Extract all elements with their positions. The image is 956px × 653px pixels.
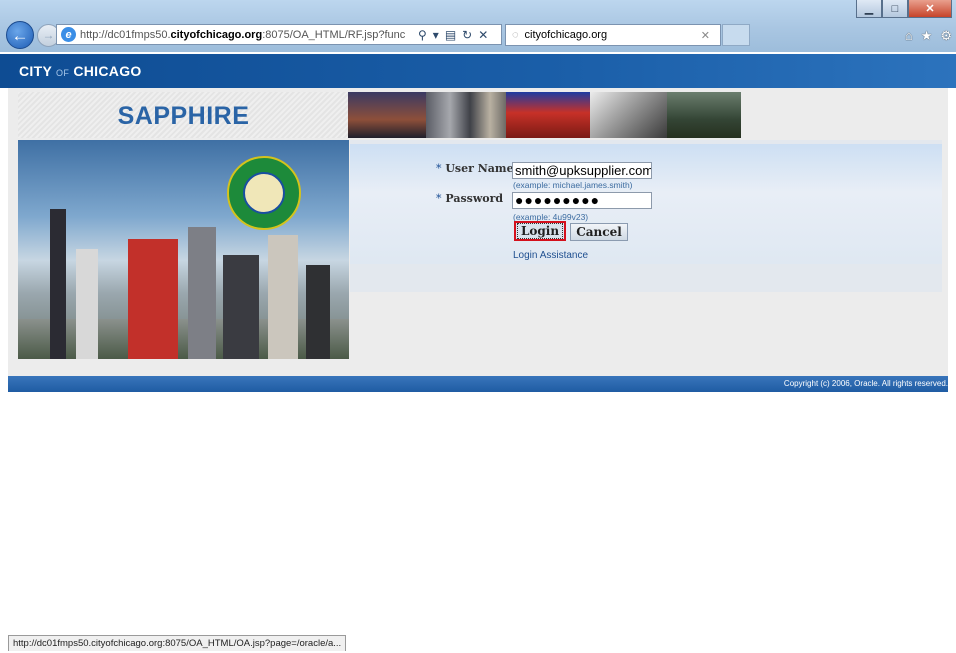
username-hint: (example: michael.james.smith) (513, 180, 633, 190)
tab-close-icon[interactable]: ✕ (701, 29, 710, 42)
settings-icon[interactable]: ⚙ (940, 28, 952, 44)
login-assistance-link[interactable]: Login Assistance (513, 250, 588, 261)
new-tab-button[interactable] (722, 24, 750, 46)
building (76, 249, 98, 359)
address-url[interactable]: http://dc01fmps50.cityofchicago.org:8075… (80, 29, 414, 41)
back-arrow-icon[interactable]: ← (6, 21, 34, 49)
buckingham-photo (506, 92, 590, 138)
home-icon[interactable]: ⌂ (905, 28, 913, 44)
brand-title: SAPPHIRE (117, 102, 250, 130)
login-form: * User Name smith@upksupplier.com (examp… (350, 144, 942, 264)
address-tools: ⚲ ▾ ▤ ↻ ✕ (418, 28, 494, 42)
address-bar[interactable]: e http://dc01fmps50.cityofchicago.org:80… (56, 24, 502, 45)
city-seal-icon (227, 156, 301, 230)
copyright-text: Copyright (c) 2006, Oracle. All rights r… (783, 379, 948, 388)
status-bar: http://dc01fmps50.cityofchicago.org:8075… (8, 635, 347, 651)
loading-icon: ◌ (512, 29, 519, 41)
cancel-button[interactable]: Cancel (570, 223, 628, 241)
picasso-photo (590, 92, 667, 138)
compat-icon[interactable]: ▤ (445, 28, 456, 42)
city-logo: CITY OF CHICAGO (19, 63, 142, 79)
lion-photo (667, 92, 741, 138)
footer-bar: Copyright (c) 2006, Oracle. All rights r… (8, 376, 948, 392)
ground (18, 319, 349, 359)
bean-photo (348, 92, 426, 138)
close-icon[interactable]: ✕ (908, 0, 952, 18)
building (188, 227, 216, 359)
fountain-photo (426, 92, 506, 138)
building (128, 239, 178, 359)
brand-banner: SAPPHIRE (18, 92, 349, 138)
nav-buttons: ← → (6, 21, 60, 49)
building (268, 235, 298, 359)
stop-icon[interactable]: ✕ (478, 28, 488, 42)
username-label: * User Name (436, 162, 514, 175)
browser-tab[interactable]: ◌ cityofchicago.org ✕ (505, 24, 721, 46)
main-content: SAPPHIRE * User Name smith@upksupplier.c… (8, 88, 948, 376)
username-input[interactable]: smith@upksupplier.com (512, 162, 652, 179)
photo-strip (348, 92, 741, 138)
minimize-icon[interactable]: ▁ (856, 0, 882, 18)
window-controls: ▁ □ ✕ (856, 0, 952, 18)
login-panel: * User Name smith@upksupplier.com (examp… (350, 140, 942, 292)
refresh-icon[interactable]: ↻ (462, 28, 472, 42)
dropdown-icon[interactable]: ▾ (433, 28, 439, 42)
building (50, 209, 66, 359)
search-icon[interactable]: ⚲ (418, 28, 427, 42)
ie-page-icon: e (61, 27, 76, 42)
password-label: * Password (436, 192, 504, 205)
favorites-icon[interactable]: ★ (921, 28, 933, 44)
browser-chrome: ▁ □ ✕ ← → e http://dc01fmps50.cityofchic… (0, 0, 956, 52)
password-input[interactable]: ●●●●●●●●● (512, 192, 652, 209)
tab-title: cityofchicago.org (524, 29, 608, 41)
city-header: CITY OF CHICAGO (0, 54, 956, 88)
login-button[interactable]: Login (514, 221, 566, 241)
building (223, 255, 259, 359)
maximize-icon[interactable]: □ (882, 0, 908, 18)
skyline-image (18, 140, 349, 359)
browser-toolbar: ⌂ ★ ⚙ (897, 28, 952, 44)
building (306, 265, 330, 359)
